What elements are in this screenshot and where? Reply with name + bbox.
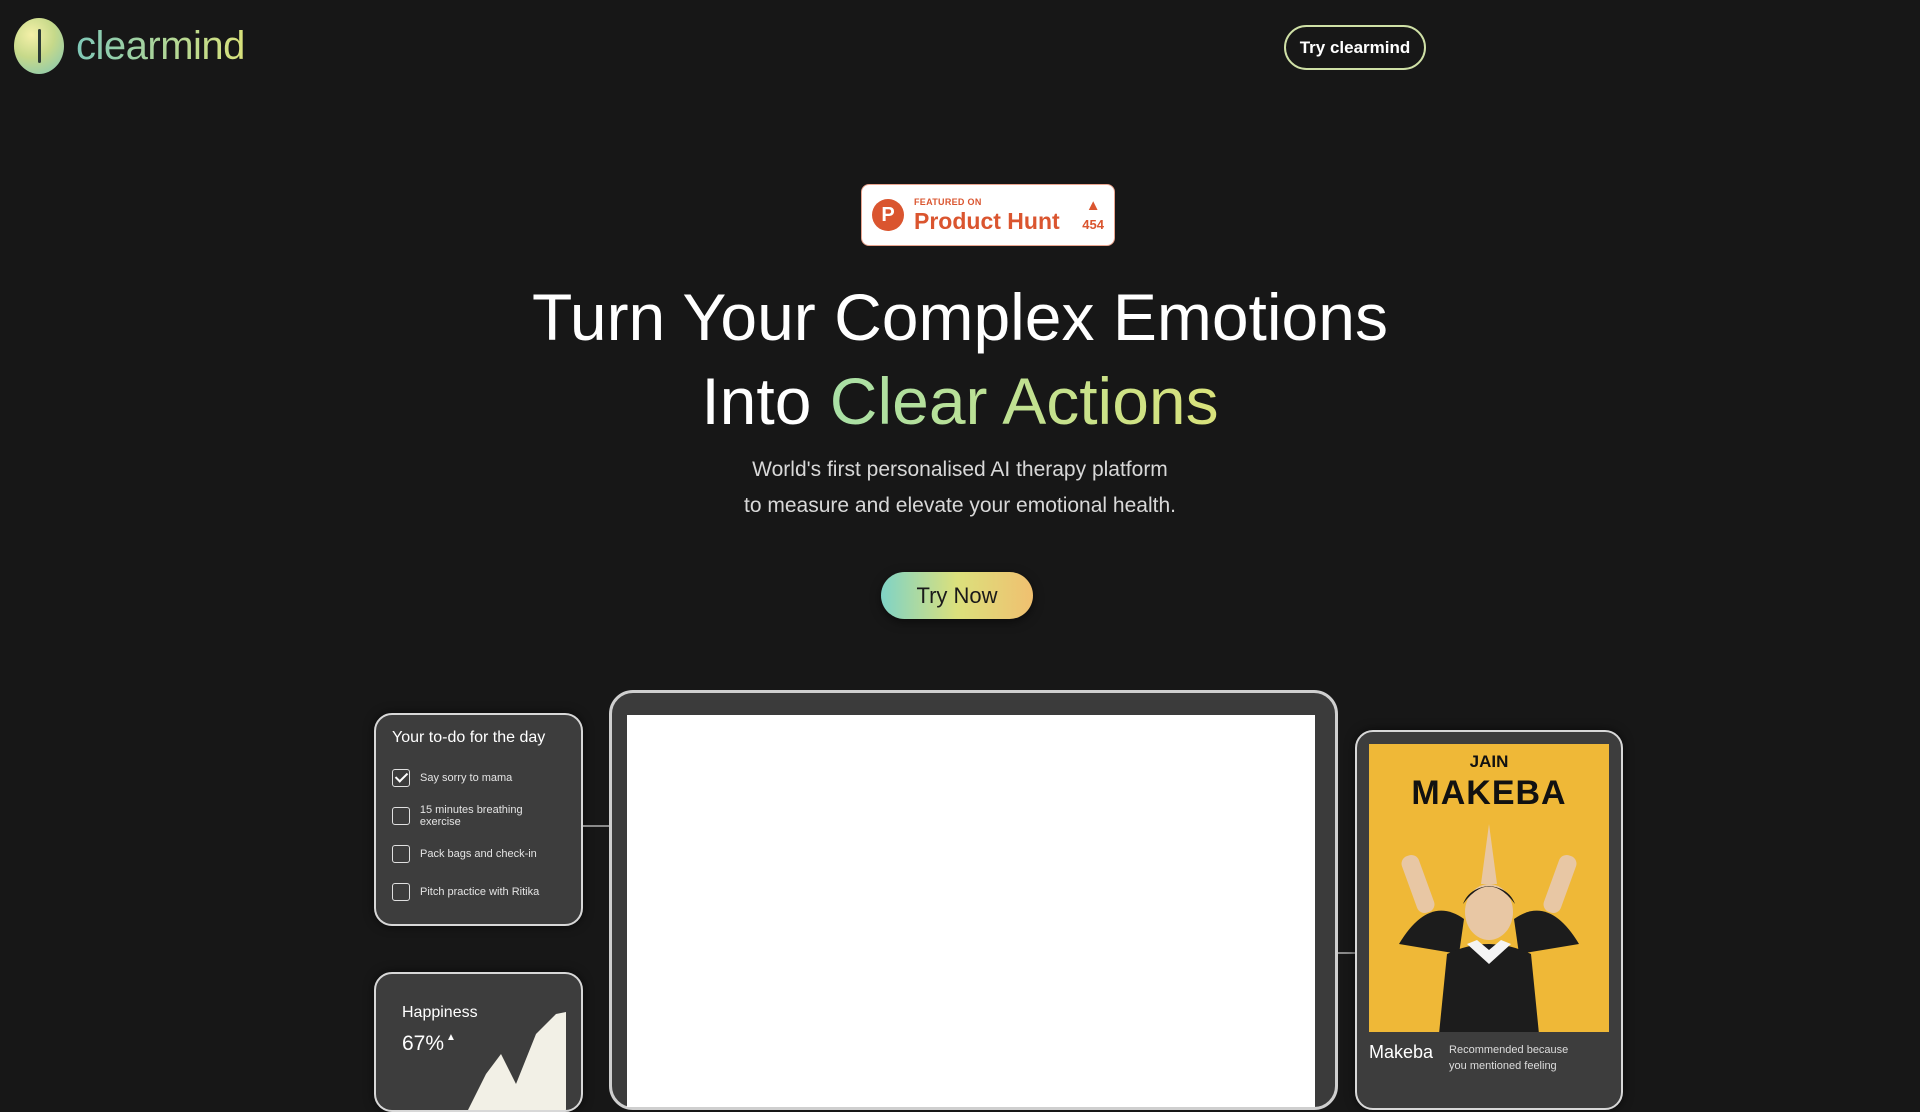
subtitle-line-2: to measure and elevate your emotional he… <box>744 494 1176 517</box>
hero-subtitle: World's first personalised AI therapy pl… <box>0 452 1920 524</box>
product-hunt-badge[interactable]: P FEATURED ON Product Hunt ▲ 454 <box>861 184 1115 246</box>
upvote-icon: ▲ <box>1085 197 1101 214</box>
laptop-screen <box>627 715 1315 1107</box>
badge-vote-count: 454 <box>1082 217 1104 232</box>
todo-item-label: Pitch practice with Ritika <box>420 886 540 898</box>
happiness-card: Happiness 67% ▲ <box>374 972 583 1112</box>
todo-item[interactable]: 15 minutes breathing exercise <box>392 797 565 835</box>
trend-up-icon: ▲ <box>446 1032 456 1043</box>
checkbox[interactable] <box>392 883 410 901</box>
happiness-graph <box>468 1012 566 1110</box>
todo-item[interactable]: Pitch practice with Ritika <box>392 873 565 911</box>
headline-line-1: Turn Your Complex Emotions <box>532 280 1388 354</box>
todo-title: Your to-do for the day <box>392 729 546 746</box>
try-clearmind-button[interactable]: Try clearmind <box>1284 25 1426 70</box>
product-hunt-icon: P <box>872 199 904 231</box>
badge-name: Product Hunt <box>914 207 1060 234</box>
todo-card: Your to-do for the day Say sorry to mama… <box>374 713 583 926</box>
checkbox-checked[interactable] <box>392 769 410 787</box>
todo-item-label: Say sorry to mama <box>420 772 513 784</box>
movie-recommendation-card: JAIN MAKEBA Makeba Recommended because y… <box>1355 730 1623 1110</box>
todo-item-label: Pack bags and check-in <box>420 848 537 860</box>
logo-text: clearmind <box>76 23 245 68</box>
movie-poster[interactable]: JAIN MAKEBA <box>1369 744 1609 1032</box>
logo-icon <box>14 18 64 74</box>
logo[interactable]: clearmind <box>14 18 245 74</box>
todo-item[interactable]: Pack bags and check-in <box>392 835 565 873</box>
badge-featured-label: FEATURED ON <box>914 196 982 207</box>
subtitle-line-1: World's first personalised AI therapy pl… <box>752 458 1168 481</box>
headline-accent: Clear Actions <box>829 364 1219 438</box>
poster-figure-image <box>1399 824 1579 1032</box>
todo-item[interactable]: Say sorry to mama <box>392 759 565 797</box>
movie-reason-line-1: Recommended because <box>1449 1044 1569 1056</box>
movie-reason-line-2: you mentioned feeling <box>1449 1060 1557 1072</box>
poster-title: MAKEBA <box>1411 774 1567 812</box>
try-now-button[interactable]: Try Now <box>881 572 1033 619</box>
laptop-frame <box>609 690 1338 1110</box>
headline-line-2-plain: Into <box>701 364 812 438</box>
hero-headline: Turn Your Complex Emotions Into Clear Ac… <box>0 275 1920 443</box>
movie-name: Makeba <box>1369 1042 1434 1062</box>
connector-line <box>583 825 609 827</box>
todo-item-label: 15 minutes breathing exercise <box>419 804 523 828</box>
checkbox[interactable] <box>392 807 410 825</box>
poster-artist: JAIN <box>1469 752 1509 771</box>
happiness-value: 67% <box>402 1032 445 1055</box>
connector-line <box>1338 952 1355 954</box>
checkbox[interactable] <box>392 845 410 863</box>
